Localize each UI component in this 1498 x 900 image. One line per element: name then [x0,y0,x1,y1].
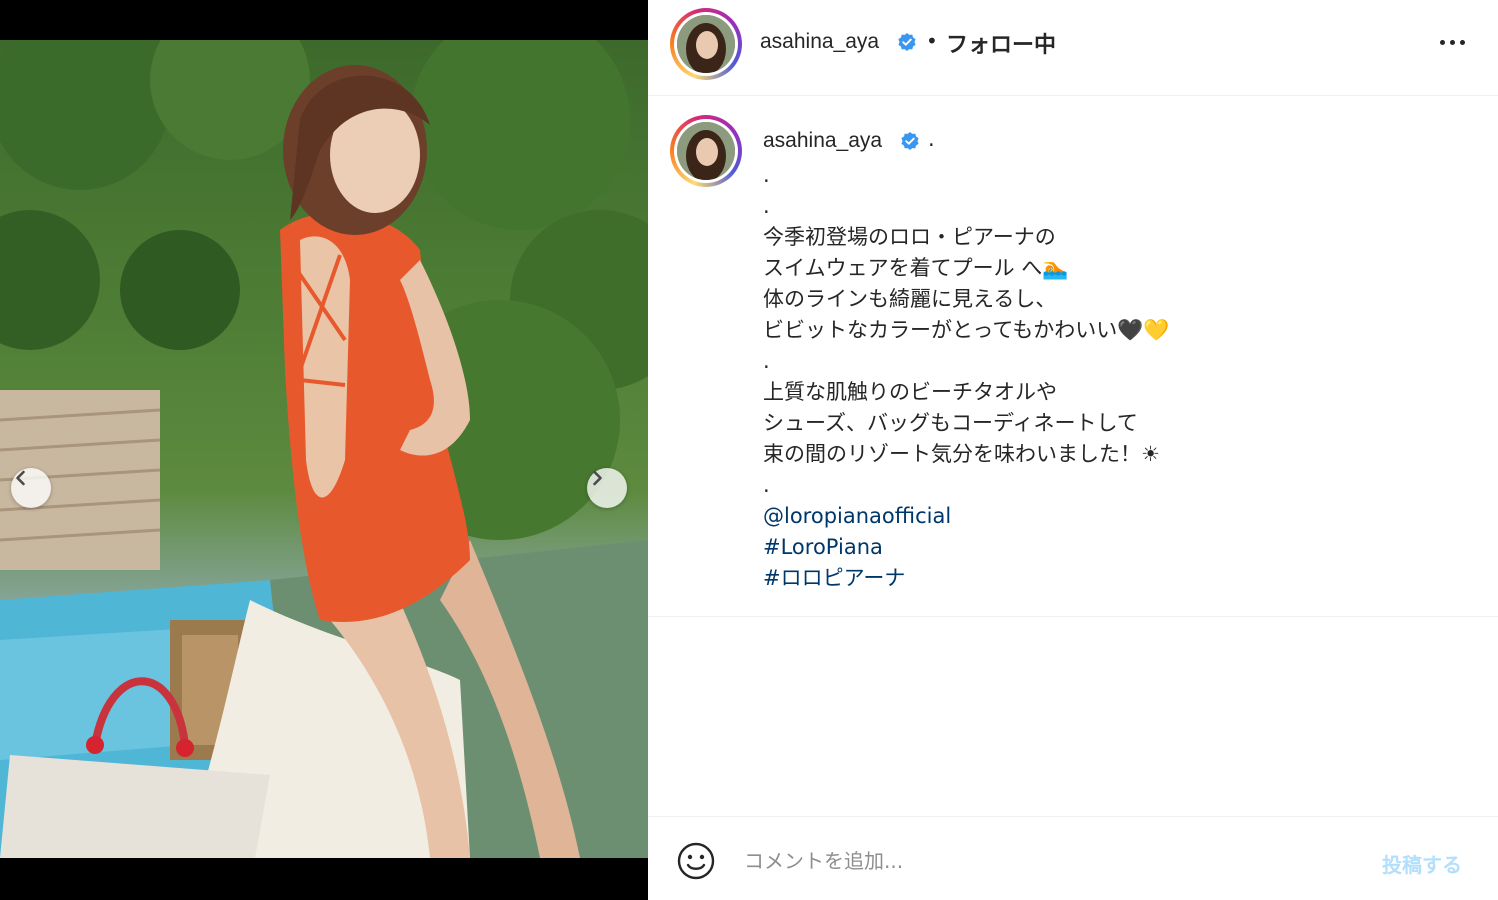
header-separator: • [926,29,938,53]
caption-line: スイムウェアを着てプール へ🏊 [763,256,1069,280]
hashtag-link[interactable]: #ロロピアーナ [763,563,1170,594]
carousel-next-button[interactable] [587,468,627,508]
post-comment-button[interactable]: 投稿する [1382,849,1462,878]
caption-line: 今季初登場のロロ・ピアーナの [763,225,1056,249]
verified-badge-icon [898,33,916,51]
comment-bar: 投稿する [648,816,1498,900]
swimsuit-photo-illustration [0,40,648,858]
avatar-photo [677,15,735,73]
chevron-left-icon [16,470,25,486]
caption-line: . [763,194,770,218]
mention-link[interactable]: @loropianaofficial [763,501,1170,532]
chevron-right-icon [593,470,602,486]
post-photo[interactable] [0,40,648,858]
following-button[interactable]: フォロー中 [946,27,1056,59]
caption-line: . [763,163,770,187]
carousel-prev-button[interactable] [11,468,51,508]
caption-author-avatar[interactable] [670,115,742,187]
caption-line: . [763,473,770,497]
verified-badge-icon [901,132,919,150]
more-options-button[interactable] [1440,32,1470,52]
avatar-photo [677,122,735,180]
caption-username[interactable]: asahina_aya [763,129,882,153]
caption-line: 上質な肌触りのビーチタオルや [763,380,1057,404]
caption-line: . [763,349,770,373]
more-horizontal-icon [1440,39,1445,45]
author-username[interactable]: asahina_aya [760,30,879,54]
smiley-icon[interactable] [676,841,716,881]
caption-line: シューズ、バッグもコーディネートして [763,411,1138,435]
post-side-panel: asahina_aya • フォロー中 asahina_aya . . . 今季… [648,0,1498,900]
post-media-pane [0,0,648,900]
post-header: asahina_aya • フォロー中 [648,0,1498,96]
caption-first-line: . [928,127,935,151]
caption-line: 体のラインも綺麗に見えるし、 [763,287,1057,311]
author-avatar[interactable] [670,8,742,80]
caption-line: 束の間のリゾート気分を味わいました！☀ [763,442,1160,466]
caption-text: . . 今季初登場のロロ・ピアーナの スイムウェアを着てプール へ🏊 体のライン… [763,160,1170,594]
caption-section: asahina_aya . . . 今季初登場のロロ・ピアーナの スイムウェアを… [648,97,1498,617]
hashtag-link[interactable]: #LoroPiana [763,532,1170,563]
comment-input[interactable] [744,843,1344,879]
caption-line: ビビットなカラーがとってもかわいい🖤💛 [763,318,1170,342]
